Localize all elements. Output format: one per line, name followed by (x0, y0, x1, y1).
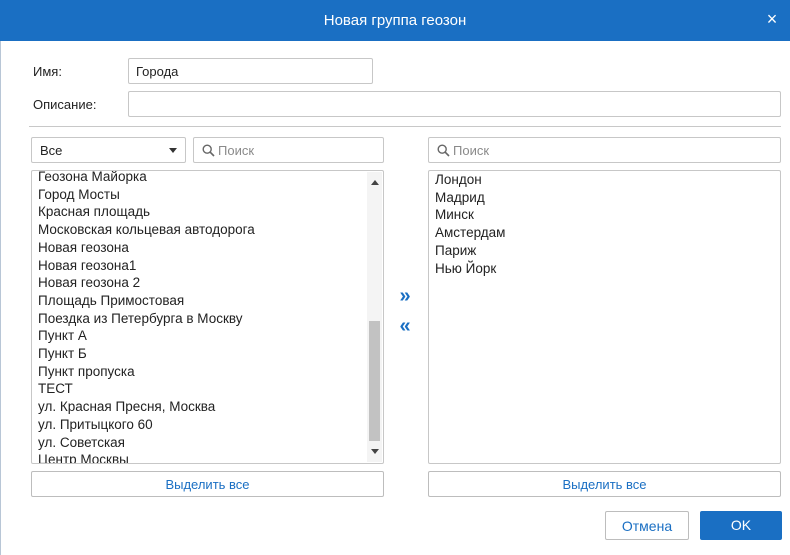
list-item[interactable]: Пункт пропуска (38, 364, 135, 379)
list-item[interactable]: Лондон (435, 172, 482, 187)
left-search-input[interactable]: Поиск (193, 137, 384, 163)
cancel-button[interactable]: Отмена (605, 511, 689, 540)
list-item[interactable]: Новая геозона1 (38, 258, 136, 273)
search-icon (437, 144, 450, 157)
list-item[interactable]: Пункт А (38, 328, 87, 343)
available-geozones-list[interactable]: Геозона Майорка Город Мосты Красная площад… (31, 170, 384, 464)
list-item[interactable]: Поездка из Петербурга в Москву (38, 311, 242, 326)
group-geozones-list[interactable]: Лондон Мадрид Минск Амстердам Париж Нью Йорк (428, 170, 781, 464)
description-field[interactable] (128, 91, 781, 117)
list-item[interactable]: Париж (435, 243, 476, 258)
ok-button[interactable]: OK (700, 511, 782, 540)
list-item[interactable]: Минск (435, 207, 474, 222)
search-icon (202, 144, 215, 157)
add-to-group-button[interactable]: » (396, 286, 414, 306)
list-item[interactable]: Центр Москвы (38, 452, 129, 463)
name-field[interactable] (128, 58, 373, 84)
right-search-input[interactable]: Поиск (428, 137, 781, 163)
list-item[interactable]: Геозона Майорка (38, 171, 147, 184)
dialog-border (0, 41, 1, 555)
scroll-up-icon[interactable] (371, 180, 379, 185)
dialog-titlebar: Новая группа геозон × (0, 0, 790, 41)
list-item[interactable]: ул. Советская (38, 435, 125, 450)
list-item[interactable]: ул. Притыцкого 60 (38, 417, 153, 432)
list-item[interactable]: Нью Йорк (435, 261, 496, 276)
list-item[interactable]: Московская кольцевая автодорога (38, 222, 255, 237)
list-item[interactable]: Мадрид (435, 190, 485, 205)
close-icon[interactable]: × (764, 10, 780, 28)
right-select-all-button[interactable]: Выделить все (428, 471, 781, 497)
right-search-placeholder: Поиск (453, 143, 490, 158)
dialog-title: Новая группа геозон (323, 12, 467, 29)
list-item[interactable]: Город Мосты (38, 187, 120, 202)
scroll-down-icon[interactable] (371, 449, 379, 454)
list-item[interactable]: Новая геозона 2 (38, 275, 140, 290)
scrollbar-thumb[interactable] (369, 321, 380, 441)
list-item[interactable]: Пункт Б (38, 346, 87, 361)
remove-from-group-button[interactable]: « (396, 316, 414, 336)
left-list-scrollbar[interactable] (367, 172, 382, 462)
left-search-placeholder: Поиск (218, 143, 255, 158)
divider (29, 126, 781, 127)
filter-select-value: Все (40, 143, 63, 158)
left-select-all-button[interactable]: Выделить все (31, 471, 384, 497)
list-item[interactable]: Амстердам (435, 225, 505, 240)
list-item[interactable]: Красная площадь (38, 204, 150, 219)
list-item[interactable]: ул. Красная Пресня, Москва (38, 399, 215, 414)
chevron-down-icon (169, 148, 177, 153)
name-label: Имя: (33, 64, 62, 79)
list-item[interactable]: Новая геозона (38, 240, 129, 255)
list-item[interactable]: ТЕСТ (38, 381, 73, 396)
description-label: Описание: (33, 97, 97, 112)
list-item[interactable]: Площадь Примостовая (38, 293, 184, 308)
filter-select[interactable]: Все (31, 137, 186, 163)
